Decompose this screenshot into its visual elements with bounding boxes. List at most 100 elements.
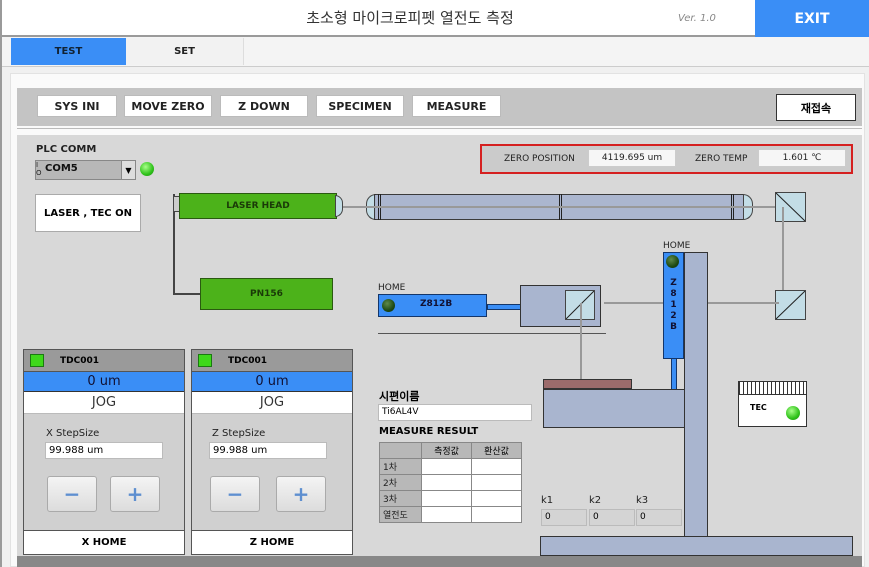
measured-cell xyxy=(421,490,472,507)
measure-result-title: MEASURE RESULT xyxy=(379,426,479,437)
x-stepsize-input[interactable]: 99.988 um xyxy=(45,442,163,459)
specimen-stage xyxy=(543,389,685,428)
specimen-button[interactable]: SPECIMEN xyxy=(316,95,404,117)
k3-label: k3 xyxy=(636,495,649,506)
mirror-top xyxy=(775,192,806,222)
k1-value: 0 xyxy=(541,509,587,526)
x-plus-button[interactable]: + xyxy=(110,476,160,512)
io-icon: IO xyxy=(36,161,42,177)
tdc-status-led xyxy=(30,354,44,367)
z-motor-label: Z 8 1 2 B xyxy=(663,278,684,333)
laser-beam-down xyxy=(580,303,582,380)
plc-status-led xyxy=(140,162,154,176)
sys-ini-button[interactable]: SYS INI xyxy=(37,95,117,117)
k1-label: k1 xyxy=(541,495,554,506)
x-motor-label: Z812B xyxy=(420,299,453,309)
measure-result-table: 측정값 환산값 1차 2차 3차 열전도 xyxy=(379,442,522,523)
tdc-header: TDC001 xyxy=(24,350,184,372)
tec-status-led xyxy=(786,406,800,420)
z-motor-char: Z xyxy=(670,278,677,288)
chevron-down-icon[interactable]: ▼ xyxy=(121,161,135,179)
tec-module xyxy=(738,381,807,427)
converted-cell xyxy=(471,506,522,523)
z-column xyxy=(684,252,708,557)
plc-comm-label: PLC COMM xyxy=(36,144,97,155)
k3-value: 0 xyxy=(636,509,682,526)
reconnect-button[interactable]: 재접속 xyxy=(776,94,856,121)
z-motor-char: 8 xyxy=(670,289,677,299)
x-stepsize-label: X StepSize xyxy=(46,428,100,439)
tdc-header: TDC001 xyxy=(192,350,352,372)
k2-label: k2 xyxy=(589,495,602,506)
tdc-title: TDC001 xyxy=(228,355,268,366)
column-header: 환산값 xyxy=(471,442,522,459)
exit-button[interactable]: EXIT xyxy=(755,0,869,37)
z-motor-char: 1 xyxy=(670,300,677,310)
x-home-button[interactable]: X HOME xyxy=(24,530,184,554)
row-header: 열전도 xyxy=(379,506,422,523)
z-motor-char: 2 xyxy=(670,311,677,321)
z-home-led xyxy=(666,255,679,268)
measured-cell xyxy=(421,474,472,491)
tdc-title: TDC001 xyxy=(60,355,100,366)
x-jog-button[interactable]: JOG xyxy=(24,392,184,414)
measured-cell xyxy=(421,458,472,475)
specimen-name-label: 시편이름 xyxy=(379,390,420,403)
z-stepsize-label: Z StepSize xyxy=(212,428,266,439)
row-header: 2차 xyxy=(379,474,422,491)
measured-cell xyxy=(421,506,472,523)
divider xyxy=(17,128,862,129)
tab-set[interactable]: SET xyxy=(126,38,244,65)
rail-line xyxy=(378,333,606,334)
z-motor-char: B xyxy=(670,322,677,332)
column-header: 측정값 xyxy=(421,442,472,459)
converted-cell xyxy=(471,474,522,491)
table-corner xyxy=(379,442,422,459)
measure-button[interactable]: MEASURE xyxy=(412,95,501,117)
tdc-panel-x: TDC001 0 um JOG X StepSize 99.988 um − +… xyxy=(23,349,185,555)
move-zero-button[interactable]: MOVE ZERO xyxy=(124,95,212,117)
tec-label: TEC xyxy=(750,403,767,412)
z-minus-button[interactable]: − xyxy=(210,476,260,512)
laser-beam-overlay xyxy=(343,206,783,208)
mirror-bottom xyxy=(775,290,806,320)
converted-cell xyxy=(471,490,522,507)
z-down-button[interactable]: Z DOWN xyxy=(220,95,308,117)
k2-value: 0 xyxy=(589,509,635,526)
table-row: 열전도 xyxy=(379,506,522,523)
table-header-row: 측정값 환산값 xyxy=(379,442,522,459)
com-port-value: COM5 xyxy=(45,163,78,174)
x-position-display: 0 um xyxy=(24,372,184,392)
table-row: 3차 xyxy=(379,490,522,507)
x-home-label: HOME xyxy=(378,283,406,293)
specimen xyxy=(543,379,632,389)
laser-tec-on-button[interactable]: LASER , TEC ON xyxy=(35,194,141,232)
z-home-label: HOME xyxy=(663,241,691,251)
zero-temp-value: 1.601 ℃ xyxy=(758,149,846,167)
z-plus-button[interactable]: + xyxy=(276,476,326,512)
table-row: 2차 xyxy=(379,474,522,491)
laser-head-block: LASER HEAD xyxy=(179,193,337,219)
z-stepsize-input[interactable]: 99.988 um xyxy=(209,442,327,459)
specimen-name-input[interactable]: Ti6AL4V xyxy=(378,404,532,421)
zero-temp-label: ZERO TEMP xyxy=(695,154,748,164)
x-home-led xyxy=(382,299,395,312)
window-left-border xyxy=(0,37,2,567)
pn156-block: PN156 xyxy=(200,278,333,310)
tdc-panel-z: TDC001 0 um JOG Z StepSize 99.988 um − +… xyxy=(191,349,353,555)
z-motor-shaft xyxy=(671,358,677,390)
tab-test[interactable]: TEST xyxy=(11,38,126,65)
zero-position-label: ZERO POSITION xyxy=(504,154,575,164)
base-plate xyxy=(540,536,853,556)
z-position-display: 0 um xyxy=(192,372,352,392)
z-jog-button[interactable]: JOG xyxy=(192,392,352,414)
x-minus-button[interactable]: − xyxy=(47,476,97,512)
z-home-button[interactable]: Z HOME xyxy=(192,530,352,554)
tdc-status-led xyxy=(198,354,212,367)
status-bar xyxy=(17,556,862,567)
row-header: 3차 xyxy=(379,490,422,507)
table-row: 1차 xyxy=(379,458,522,475)
zero-position-value: 4119.695 um xyxy=(588,149,676,167)
version-label: Ver. 1.0 xyxy=(678,13,716,24)
x-motor-shaft xyxy=(487,304,521,310)
